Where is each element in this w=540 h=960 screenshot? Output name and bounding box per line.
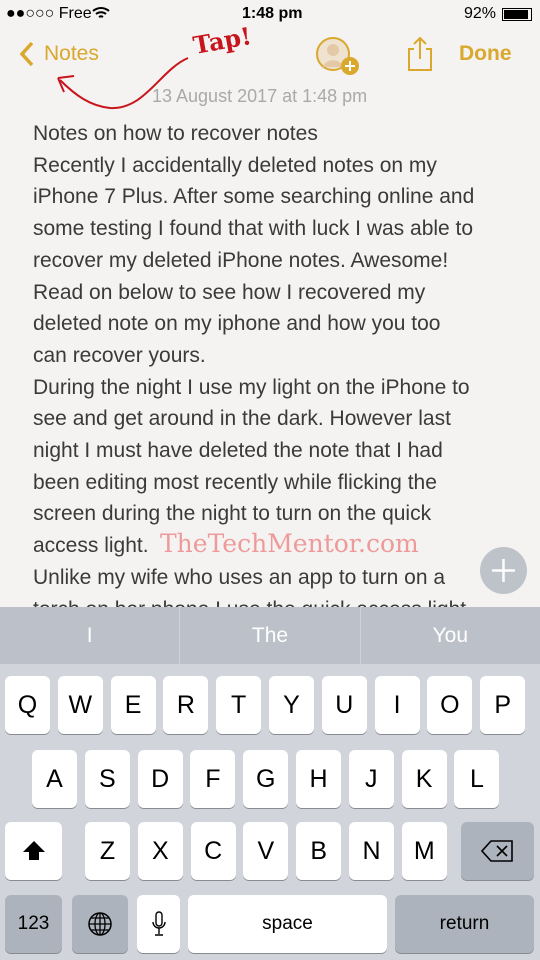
key-t[interactable]: T	[216, 676, 262, 734]
key-l[interactable]: L	[454, 750, 500, 808]
nav-bar: Notes Tap! Done	[0, 21, 540, 110]
key-q[interactable]: Q	[5, 676, 50, 734]
note-date: 13 August 2017 at 1:48 pm	[152, 86, 368, 106]
wifi-icon	[92, 7, 110, 18]
key-f[interactable]: F	[190, 750, 236, 808]
note-line: Recently I accidentally deleted notes on…	[33, 153, 437, 177]
key-s[interactable]: S	[84, 750, 130, 808]
shift-icon	[22, 841, 45, 860]
note-line: some testing I found that with luck I wa…	[33, 217, 474, 241]
carrier: ●●○○○ Free	[6, 5, 92, 22]
note-line: access light.	[33, 534, 149, 558]
status-bar: ●●○○○ Free 1:48 pm 92%	[0, 0, 540, 30]
numbers-key[interactable]: 123	[5, 895, 62, 953]
note-line: night I must have deleted the note that …	[33, 439, 443, 462]
key-d[interactable]: D	[137, 750, 183, 808]
key-w[interactable]: W	[57, 676, 103, 734]
key-o[interactable]: O	[427, 676, 473, 734]
share-icon[interactable]	[406, 36, 434, 72]
note-line: iPhone 7 Plus. After some searching onli…	[33, 185, 475, 209]
space-key[interactable]: space	[188, 895, 387, 953]
key-z[interactable]: Z	[85, 822, 130, 880]
chevron-left-icon	[19, 41, 34, 67]
note-line: see and get around in the dark. However …	[33, 407, 451, 431]
add-person-button[interactable]	[316, 37, 359, 75]
key-u[interactable]: U	[321, 676, 367, 734]
battery-icon	[502, 8, 532, 21]
done-button[interactable]: Done	[459, 42, 512, 66]
globe-key[interactable]	[72, 895, 128, 953]
note-line: Notes on how to recover notes	[33, 122, 318, 145]
dictation-key[interactable]	[137, 895, 180, 953]
key-r[interactable]: R	[163, 676, 209, 734]
suggestion-item[interactable]: I	[0, 607, 181, 664]
keyboard: I The You 123 space return QWERTYUIOPASD…	[0, 607, 540, 960]
key-n[interactable]: N	[349, 822, 394, 880]
add-person-icon	[316, 37, 359, 75]
microphone-icon	[151, 911, 166, 936]
key-j[interactable]: J	[348, 750, 394, 808]
return-key[interactable]: return	[395, 895, 534, 953]
globe-icon	[88, 912, 112, 936]
key-a[interactable]: A	[32, 750, 77, 808]
key-g[interactable]: G	[243, 750, 289, 808]
key-v[interactable]: V	[243, 822, 289, 880]
key-i[interactable]: I	[374, 676, 420, 734]
key-e[interactable]: E	[110, 676, 156, 734]
key-h[interactable]: H	[296, 750, 341, 808]
suggestion-item[interactable]: You	[361, 607, 540, 664]
key-b[interactable]: B	[296, 822, 342, 880]
key-m[interactable]: M	[401, 822, 447, 880]
note-line: Unlike my wife who uses an app to turn o…	[33, 565, 446, 589]
note-line: screen during the night to turn on the q…	[33, 502, 432, 526]
shift-key[interactable]	[5, 822, 62, 880]
suggestion-bar: I The You	[0, 607, 540, 664]
clock: 1:48 pm	[242, 5, 303, 22]
note-line: been editing most recently while flickin…	[33, 470, 437, 494]
note-line: torch on her phone I use the quick acces…	[33, 595, 466, 608]
backspace-icon	[480, 840, 513, 862]
delete-key[interactable]	[461, 822, 534, 880]
note-line: can recover yours.	[33, 343, 206, 367]
watermark: TheTechMentor.com	[160, 529, 419, 558]
note-line: deleted note on my iphone and how you to…	[33, 312, 441, 336]
battery-percent: 92%	[464, 5, 497, 22]
key-x[interactable]: X	[137, 822, 183, 880]
note-line: recover my deleted iPhone notes. Awesome…	[33, 248, 449, 272]
suggestion-item[interactable]: The	[180, 607, 361, 664]
key-y[interactable]: Y	[269, 676, 314, 734]
key-k[interactable]: K	[401, 750, 447, 808]
note-line: During the night I use my light on the i…	[33, 375, 470, 399]
key-p[interactable]: P	[480, 676, 526, 734]
add-button[interactable]	[480, 547, 527, 594]
key-c[interactable]: C	[190, 822, 236, 880]
plus-icon	[492, 559, 515, 582]
note-line: Read on below to see how I recovered my	[33, 280, 426, 304]
